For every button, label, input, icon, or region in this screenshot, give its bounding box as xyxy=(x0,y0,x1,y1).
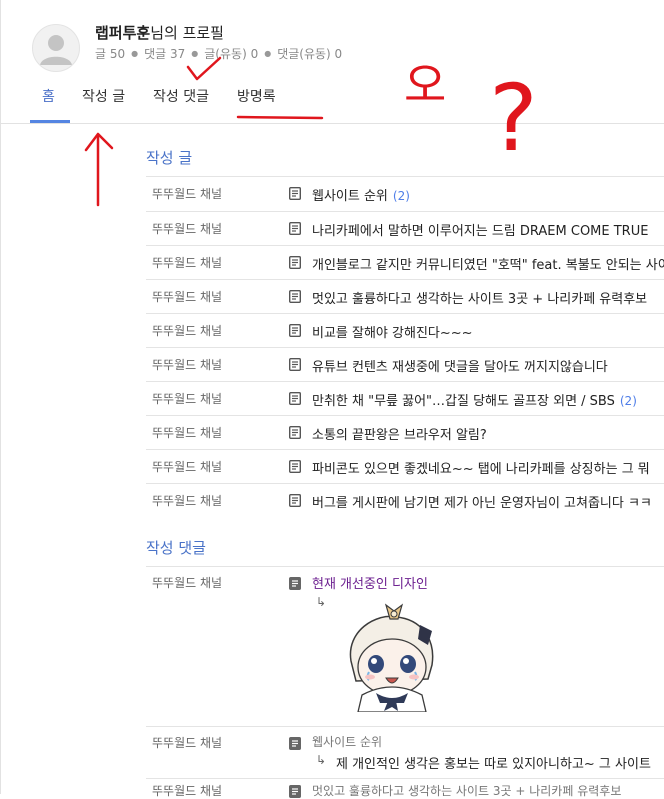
profile-stats: 글 50 ● 댓글 37 ● 글(유동) 0 ● 댓글(유동) 0 xyxy=(95,45,342,62)
post-row[interactable]: 뚜뚜월드 채널 유튜브 컨텐츠 재생중에 댓글을 달아도 꺼지지않습니다 xyxy=(146,347,664,381)
profile-nickname: 랩퍼투훈 xyxy=(95,24,151,42)
post-row[interactable]: 뚜뚜월드 채널 나리카페에서 말하면 이루어지는 드림 DRAEM COME T… xyxy=(146,211,664,245)
comment-post-title[interactable]: 현재 개선중인 디자인 xyxy=(312,573,428,592)
post-row[interactable]: 뚜뚜월드 채널 웹사이트 순위 (2) xyxy=(146,176,664,210)
tab-comments[interactable]: 작성 댓글 xyxy=(153,86,209,116)
tab-home[interactable]: 홈 xyxy=(42,86,55,116)
post-title[interactable]: 개인블로그 같지만 커뮤니티였던 "호떡" feat. 복불도 안되는 사이트 xyxy=(312,254,664,273)
document-icon xyxy=(289,785,301,798)
stat-anon-posts: 글(유동) 0 xyxy=(204,47,259,61)
chibi-character-sticker xyxy=(336,601,447,713)
document-icon xyxy=(289,737,301,750)
document-icon xyxy=(289,494,301,507)
post-title[interactable]: 나리카페에서 말하면 이루어지는 드림 DRAEM COME TRUE xyxy=(312,220,648,239)
stat-posts: 글 50 xyxy=(95,47,126,61)
post-title-text[interactable]: 버그를 게시판에 남기면 제가 아닌 운영자님이 고쳐줍니다 ㅋㅋ xyxy=(312,496,652,511)
document-icon xyxy=(289,460,301,473)
left-border xyxy=(0,0,1,794)
post-title-text[interactable]: 만취한 채 "무릎 꿇어"…갑질 당해도 골프장 외면 / SBS xyxy=(312,394,615,409)
post-board[interactable]: 뚜뚜월드 채널 xyxy=(152,220,222,237)
post-title[interactable]: 웹사이트 순위 (2) xyxy=(312,185,410,204)
posts-section-title[interactable]: 작성 글 xyxy=(146,147,192,168)
post-title[interactable]: 버그를 게시판에 남기면 제가 아닌 운영자님이 고쳐줍니다 ㅋㅋ xyxy=(312,492,652,511)
post-row[interactable]: 뚜뚜월드 채널 멋있고 훌륭하다고 생각하는 사이트 3곳 + 나리카페 유력후… xyxy=(146,279,664,313)
post-board[interactable]: 뚜뚜월드 채널 xyxy=(152,390,222,407)
bullet-icon: ● xyxy=(191,49,199,58)
tabs-divider xyxy=(0,123,664,124)
document-icon xyxy=(289,222,301,235)
comment-post-title[interactable]: 멋있고 훌륭하다고 생각하는 사이트 3곳 + 나리카페 유력후보 xyxy=(312,782,621,799)
document-icon xyxy=(289,426,301,439)
handwritten-o-text: 오 xyxy=(404,58,446,112)
bullet-icon: ● xyxy=(264,49,272,58)
post-title[interactable]: 유튜브 컨텐츠 재생중에 댓글을 달아도 꺼지지않습니다 xyxy=(312,356,608,375)
stat-anon-comments: 댓글(유동) 0 xyxy=(277,47,343,61)
post-title[interactable]: 비교를 잘해야 강해진다~~~ xyxy=(312,322,473,341)
post-title-text[interactable]: 나리카페에서 말하면 이루어지는 드림 DRAEM COME TRUE xyxy=(312,224,648,239)
post-title[interactable]: 소통의 끝판왕은 브라우저 알림? xyxy=(312,424,487,443)
comment-board[interactable]: 뚜뚜월드 채널 xyxy=(152,734,222,751)
reply-arrow-icon: ↳ xyxy=(316,595,327,609)
post-board[interactable]: 뚜뚜월드 채널 xyxy=(152,254,222,271)
profile-title-suffix: 님의 프로필 xyxy=(150,24,224,42)
post-board[interactable]: 뚜뚜월드 채널 xyxy=(152,424,222,441)
post-board[interactable]: 뚜뚜월드 채널 xyxy=(152,288,222,305)
post-row[interactable]: 뚜뚜월드 채널 비교를 잘해야 강해진다~~~ xyxy=(146,313,664,347)
post-title[interactable]: 만취한 채 "무릎 꿇어"…갑질 당해도 골프장 외면 / SBS (2) xyxy=(312,390,637,409)
tab-posts[interactable]: 작성 글 xyxy=(82,86,125,116)
stat-comments: 댓글 37 xyxy=(144,47,186,61)
post-row[interactable]: 뚜뚜월드 채널 버그를 게시판에 남기면 제가 아닌 운영자님이 고쳐줍니다 ㅋ… xyxy=(146,483,664,517)
comment-count: (2) xyxy=(392,189,410,203)
comment-row[interactable]: 뚜뚜월드 채널 웹사이트 순위 ↳ 제 개인적인 생각은 홍보는 따로 있지아니… xyxy=(146,726,664,779)
document-icon xyxy=(289,324,301,337)
comments-section-title[interactable]: 작성 댓글 xyxy=(146,537,206,558)
bullet-icon: ● xyxy=(131,49,139,58)
reply-arrow-icon: ↳ xyxy=(316,753,327,767)
document-icon xyxy=(289,256,301,269)
comment-post-title[interactable]: 웹사이트 순위 xyxy=(312,733,382,750)
post-title-text[interactable]: 멋있고 훌륭하다고 생각하는 사이트 3곳 + 나리카페 유력후보 xyxy=(312,292,647,307)
underline-annotation xyxy=(236,115,324,120)
post-row[interactable]: 뚜뚜월드 채널 파비콘도 있으면 좋겠네요~~ 탭에 나리카페를 상징하는 그 … xyxy=(146,449,664,483)
comment-text[interactable]: 제 개인적인 생각은 홍보는 따로 있지아니하고~ 그 사이트 xyxy=(336,753,651,772)
post-board[interactable]: 뚜뚜월드 채널 xyxy=(152,356,222,373)
post-row[interactable]: 뚜뚜월드 채널 만취한 채 "무릎 꿇어"…갑질 당해도 골프장 외면 / SB… xyxy=(146,381,664,415)
profile-title: 랩퍼투훈님의 프로필 xyxy=(95,22,224,43)
post-title-text[interactable]: 웹사이트 순위 xyxy=(312,189,388,204)
post-board[interactable]: 뚜뚜월드 채널 xyxy=(152,322,222,339)
post-title-text[interactable]: 비교를 잘해야 강해진다~~~ xyxy=(312,326,473,341)
post-board[interactable]: 뚜뚜월드 채널 xyxy=(152,185,222,202)
document-icon xyxy=(289,187,301,200)
post-title[interactable]: 파비콘도 있으면 좋겠네요~~ 탭에 나리카페를 상징하는 그 뭐 xyxy=(312,458,650,477)
document-icon xyxy=(289,392,301,405)
comment-board[interactable]: 뚜뚜월드 채널 xyxy=(152,574,222,591)
question-mark-annotation: ? xyxy=(489,65,538,172)
post-title-text[interactable]: 유튜브 컨텐츠 재생중에 댓글을 달아도 꺼지지않습니다 xyxy=(312,360,608,375)
comment-row[interactable]: 뚜뚜월드 채널 멋있고 훌륭하다고 생각하는 사이트 3곳 + 나리카페 유력후… xyxy=(146,778,664,799)
document-icon xyxy=(289,290,301,303)
post-row[interactable]: 뚜뚜월드 채널 개인블로그 같지만 커뮤니티였던 "호떡" feat. 복불도 … xyxy=(146,245,664,279)
document-icon xyxy=(289,577,301,590)
post-title-text[interactable]: 개인블로그 같지만 커뮤니티였던 "호떡" feat. 복불도 안되는 사이트 xyxy=(312,258,664,273)
post-row[interactable]: 뚜뚜월드 채널 소통의 끝판왕은 브라우저 알림? xyxy=(146,415,664,449)
post-title-text[interactable]: 파비콘도 있으면 좋겠네요~~ 탭에 나리카페를 상징하는 그 뭐 xyxy=(312,462,650,477)
post-title-text[interactable]: 소통의 끝판왕은 브라우저 알림? xyxy=(312,428,487,443)
comment-board[interactable]: 뚜뚜월드 채널 xyxy=(152,782,222,799)
post-title[interactable]: 멋있고 훌륭하다고 생각하는 사이트 3곳 + 나리카페 유력후보 xyxy=(312,288,647,307)
document-icon xyxy=(289,358,301,371)
avatar[interactable] xyxy=(32,24,80,72)
tab-guestbook[interactable]: 방명록 xyxy=(237,86,276,116)
comment-sticker-image xyxy=(336,601,447,713)
post-board[interactable]: 뚜뚜월드 채널 xyxy=(152,458,222,475)
default-avatar-icon xyxy=(40,35,72,65)
comment-count: (2) xyxy=(619,394,637,408)
post-board[interactable]: 뚜뚜월드 채널 xyxy=(152,492,222,509)
arrow-head-annotation xyxy=(84,132,114,152)
